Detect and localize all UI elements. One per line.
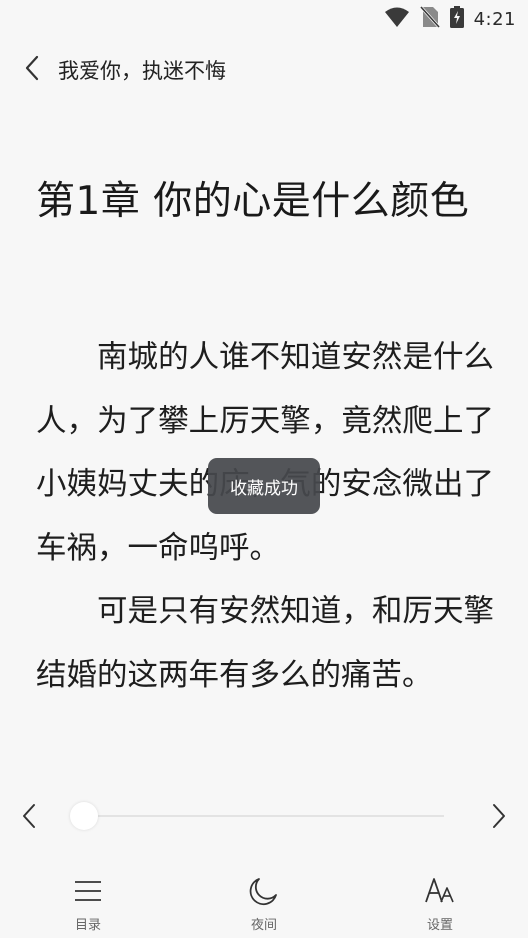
chapter-progress-row — [0, 794, 528, 838]
prev-chapter-button[interactable] — [14, 800, 44, 832]
next-chapter-button[interactable] — [484, 800, 514, 832]
chevron-right-icon — [493, 804, 505, 828]
no-sim-icon — [419, 5, 440, 32]
font-size-icon — [424, 874, 456, 908]
battery-charging-icon — [449, 6, 464, 32]
clock-time: 4:21 — [473, 8, 516, 30]
settings-label: 设置 — [426, 918, 453, 933]
chevron-left-icon — [23, 804, 35, 828]
night-label: 夜间 — [250, 918, 277, 933]
chapter-content: 南城的人谁不知道安然是什么人，为了攀上厉天擎，竟然爬上了小姨妈丈夫的床，气的安念… — [36, 326, 494, 766]
settings-button[interactable]: 设置 — [396, 874, 484, 934]
chevron-left-icon — [25, 55, 39, 81]
wifi-icon — [384, 6, 410, 32]
book-title: 我爱你，执迷不悔 — [58, 59, 226, 83]
bottom-toolbar: 目录 夜间 设置 — [0, 866, 528, 938]
paragraph: 南城的人谁不知道安然是什么人，为了攀上厉天擎，竟然爬上了小姨妈丈夫的床，气的安念… — [36, 340, 494, 566]
menu-list-icon — [74, 874, 102, 908]
status-bar: 4:21 — [0, 0, 528, 36]
night-mode-button[interactable]: 夜间 — [220, 874, 308, 934]
chapter-title: 第1章 你的心是什么颜色 — [36, 179, 470, 224]
progress-slider-thumb[interactable] — [70, 802, 98, 830]
catalog-label: 目录 — [74, 918, 101, 933]
catalog-button[interactable]: 目录 — [44, 874, 132, 934]
reader-header: 我爱你，执迷不悔 — [0, 46, 528, 90]
progress-track[interactable] — [84, 815, 444, 817]
moon-icon — [248, 874, 280, 908]
back-button[interactable] — [18, 54, 46, 82]
toast-message: 收藏成功 — [208, 458, 320, 514]
paragraph: 可是只有安然知道，和厉天擎结婚的这两年有多么的痛苦。 — [36, 594, 494, 693]
